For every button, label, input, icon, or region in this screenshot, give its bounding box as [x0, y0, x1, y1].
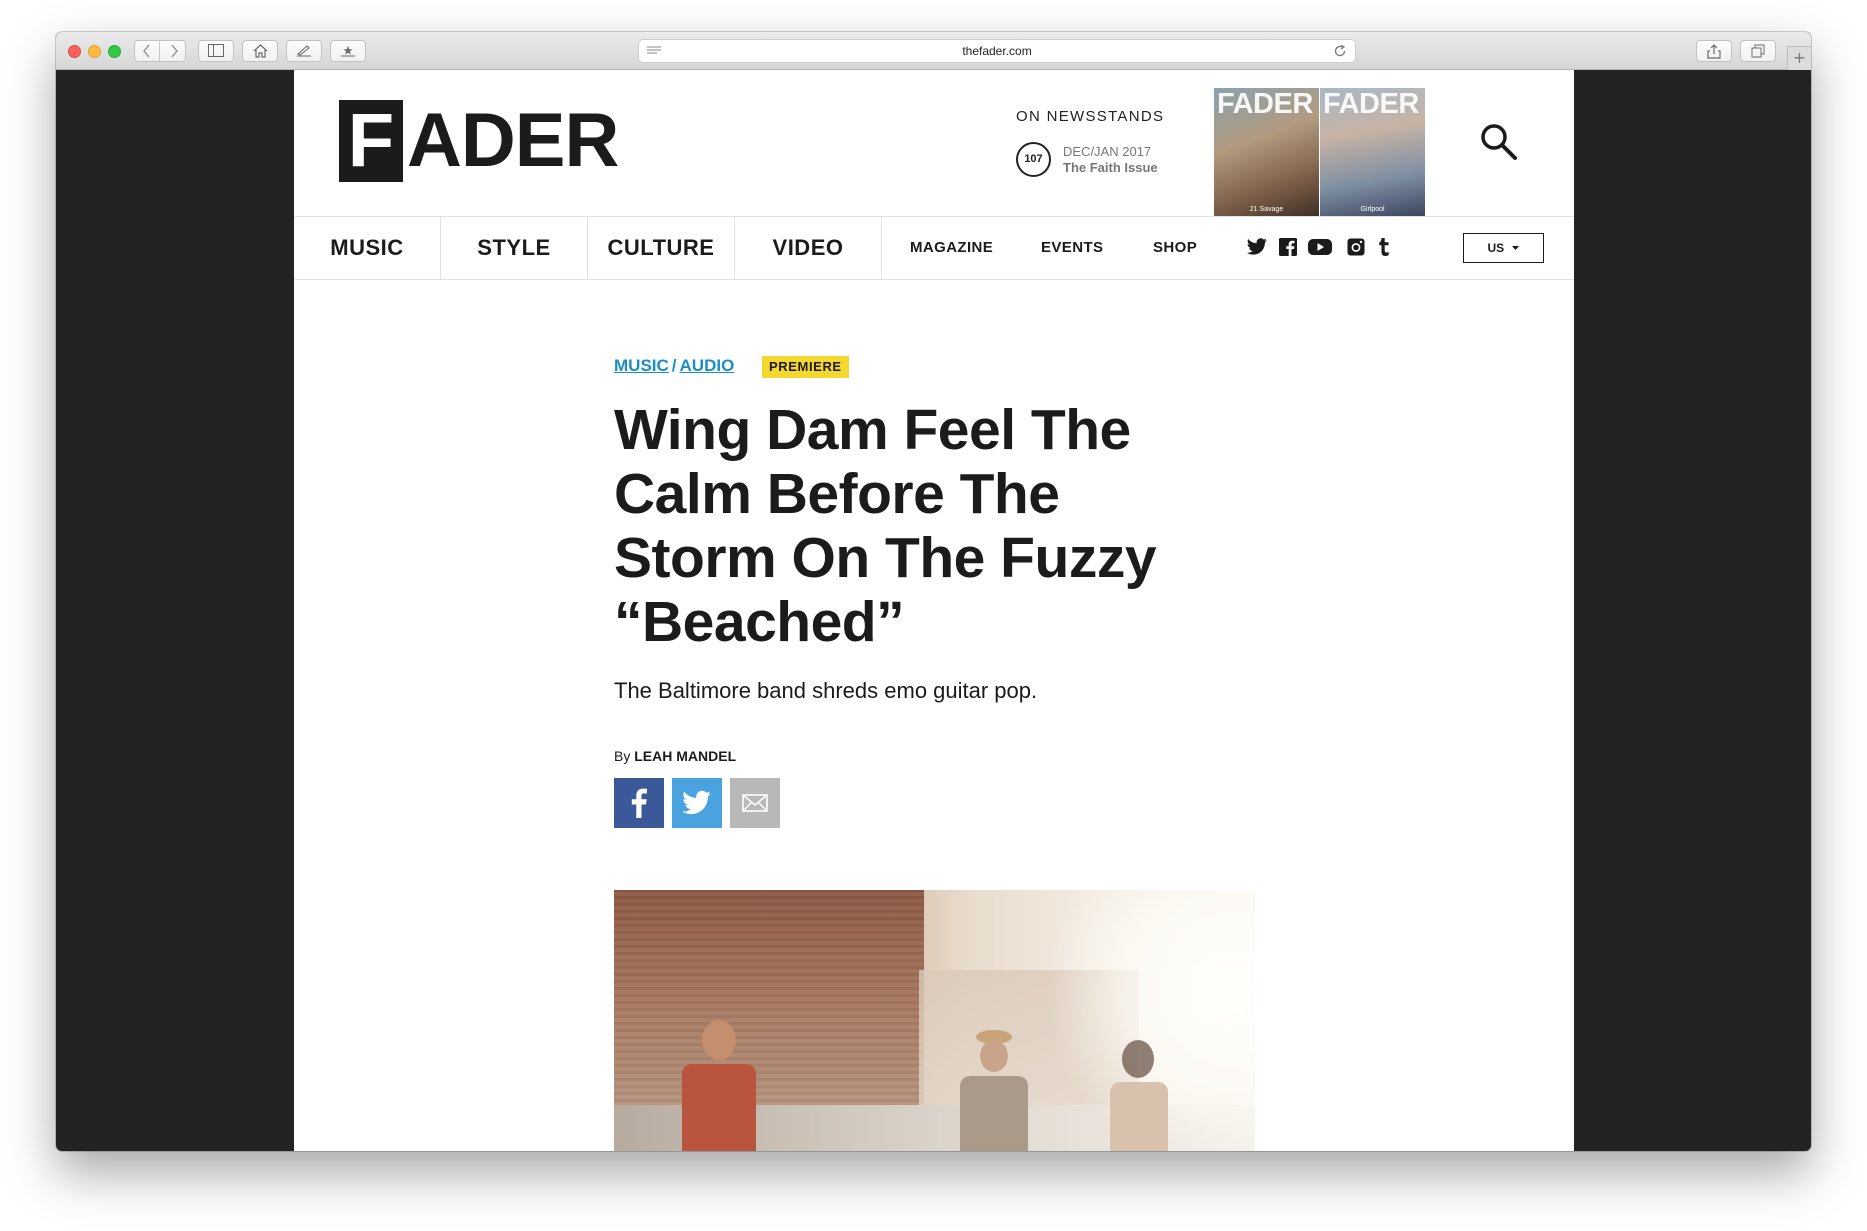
article-dek: The Baltimore band shreds emo guitar pop…	[614, 678, 1038, 703]
web-page: F ADER ON NEWSSTANDS 107 DEC/JAN 2017 Th…	[294, 70, 1574, 1151]
photo-person-right	[1104, 1040, 1174, 1151]
nav-item-culture[interactable]: CULTURE	[588, 217, 735, 279]
nav-item-events[interactable]: EVENTS	[1041, 217, 1103, 279]
close-window-button[interactable]	[68, 45, 81, 58]
share-email-button[interactable]	[730, 778, 780, 828]
cover-masthead: FADER	[1217, 88, 1313, 120]
back-button[interactable]	[135, 41, 160, 61]
issue-name[interactable]: The Faith Issue	[1063, 160, 1158, 175]
nav-item-video[interactable]: VIDEO	[735, 217, 882, 279]
tumblr-icon[interactable]	[1378, 238, 1390, 256]
search-icon[interactable]	[1479, 122, 1519, 162]
nav-item-magazine[interactable]: MAGAZINE	[910, 217, 993, 279]
browser-window: thefader.com + F ADER ON NEWSSTANDS 107 …	[56, 32, 1811, 1151]
tabs-overview-button[interactable]	[1740, 40, 1776, 62]
instagram-icon[interactable]	[1347, 238, 1365, 256]
twitter-icon[interactable]	[1246, 238, 1268, 256]
photo-person-middle	[954, 1030, 1034, 1151]
sidebar-icon	[208, 44, 224, 57]
pen-icon	[297, 45, 311, 57]
chevron-right-icon	[170, 44, 178, 58]
share-button[interactable]	[1696, 40, 1732, 62]
article-hero-photo	[614, 890, 1255, 1151]
main-nav: MUSIC STYLE CULTURE VIDEO MAGAZINE EVENT…	[294, 216, 1574, 280]
category-link-audio[interactable]: AUDIO	[680, 356, 735, 375]
author-link[interactable]: LEAH MANDEL	[634, 748, 736, 764]
article-headline: Wing Dam Feel The Calm Before The Storm …	[614, 398, 1157, 654]
tabs-icon	[1751, 44, 1765, 58]
issue-date[interactable]: DEC/JAN 2017	[1063, 144, 1151, 159]
region-selector[interactable]: US	[1463, 233, 1544, 263]
photo-person-left	[674, 1020, 764, 1151]
cover-name: Girlpool	[1360, 206, 1385, 213]
email-icon	[742, 794, 768, 812]
share-icon	[1707, 44, 1721, 59]
caret-down-icon	[1511, 246, 1519, 250]
region-label: US	[1487, 241, 1505, 255]
byline: By LEAH MANDEL	[614, 748, 736, 764]
issue-number: 107	[1016, 142, 1051, 177]
cover-masthead: FADER	[1323, 88, 1419, 120]
reload-icon[interactable]	[1333, 44, 1347, 58]
newsstand-label: ON NEWSSTANDS	[1016, 108, 1165, 125]
history-nav	[134, 40, 186, 62]
reader-icon[interactable]	[647, 46, 661, 56]
zoom-window-button[interactable]	[108, 45, 121, 58]
youtube-icon[interactable]	[1308, 238, 1332, 256]
address-bar[interactable]: thefader.com	[638, 39, 1356, 63]
forward-button[interactable]	[161, 41, 186, 61]
nav-item-shop[interactable]: SHOP	[1153, 217, 1197, 279]
logo-box-letter: F	[339, 100, 403, 182]
home-button[interactable]	[242, 40, 278, 62]
category-link-music[interactable]: MUSIC	[614, 356, 669, 375]
share-facebook-button[interactable]	[614, 778, 664, 828]
home-icon	[253, 44, 267, 58]
star-icon	[341, 46, 355, 57]
fader-logo[interactable]: F ADER	[339, 98, 619, 183]
breadcrumb-separator: /	[671, 356, 677, 375]
bookmarks-button[interactable]	[330, 40, 366, 62]
browser-toolbar: thefader.com +	[56, 32, 1811, 70]
magazine-cover-1[interactable]: FADER 21 Savage	[1214, 88, 1319, 216]
byline-prefix: By	[614, 748, 631, 764]
minimize-window-button[interactable]	[88, 45, 101, 58]
magazine-cover-2[interactable]: FADER Girlpool	[1320, 88, 1425, 216]
twitter-icon	[682, 790, 711, 815]
facebook-icon[interactable]	[1279, 238, 1297, 256]
share-toolbar-button[interactable]	[286, 40, 322, 62]
premiere-badge: PREMIERE	[762, 356, 849, 378]
url-text: thefader.com	[962, 44, 1032, 58]
logo-text: ADER	[407, 98, 619, 183]
share-twitter-button[interactable]	[672, 778, 722, 828]
sidebar-button[interactable]	[198, 40, 234, 62]
breadcrumb: MUSIC / AUDIO	[614, 356, 734, 378]
cover-name: 21 Savage	[1249, 206, 1284, 213]
new-tab-button[interactable]: +	[1787, 46, 1811, 70]
nav-item-music[interactable]: MUSIC	[294, 217, 441, 279]
nav-item-style[interactable]: STYLE	[441, 217, 588, 279]
chevron-left-icon	[143, 44, 150, 58]
facebook-icon	[631, 788, 647, 818]
